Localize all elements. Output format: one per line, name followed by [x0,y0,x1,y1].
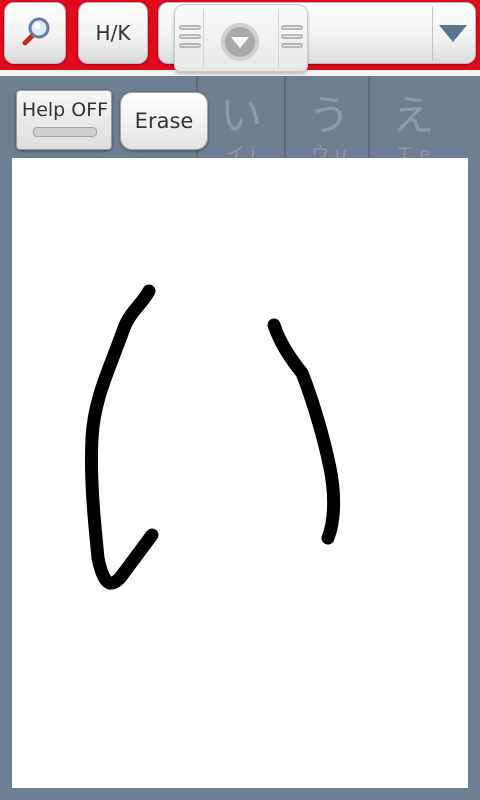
help-toggle-button[interactable]: Help OFF [16,90,112,150]
kana-character: う [307,91,350,140]
magnifier-icon [22,17,50,46]
drawing-canvas[interactable] [12,158,468,788]
kana-column[interactable]: え エ e [368,76,456,165]
help-toggle-label: Help OFF [21,99,109,121]
panel-drag-handle[interactable] [174,4,308,72]
kana-character: い [219,91,262,140]
circle-chevron-down-icon [221,23,259,61]
search-button[interactable] [4,2,66,64]
triangle-down-icon [439,25,467,42]
ink-stroke-left [84,284,159,590]
kana-column[interactable]: い イ i [196,76,284,165]
hiragana-katakana-toggle-button[interactable]: H/K [78,2,148,64]
handle-divider [278,9,279,69]
grip-left-icon [179,25,201,52]
handle-divider [203,9,204,69]
grip-right-icon [281,25,303,52]
dropdown-divider [432,7,433,61]
erase-button[interactable]: Erase [120,92,208,150]
kana-column[interactable]: う ウ u [284,76,372,165]
help-toggle-indicator [33,127,97,137]
handwritten-strokes [84,284,341,590]
ink-stroke-right [267,318,341,545]
kana-character: え [391,91,434,140]
bottom-edge [0,788,480,800]
